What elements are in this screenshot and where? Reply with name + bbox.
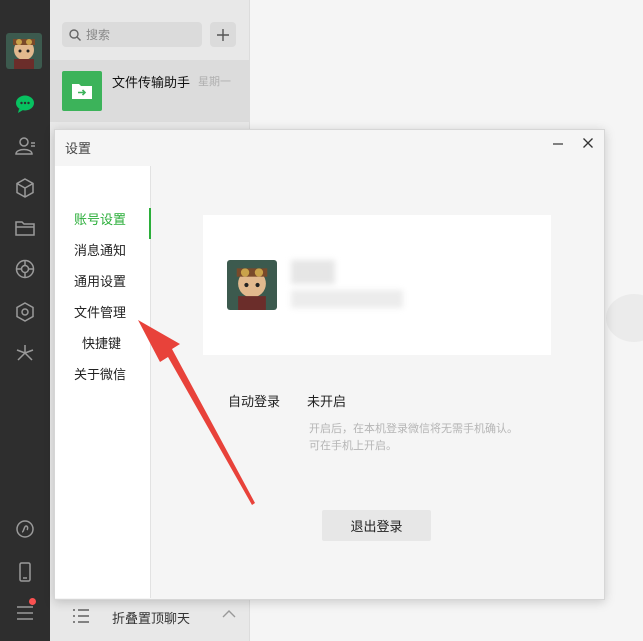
sidebar-item-label: 账号设置 xyxy=(74,213,127,228)
minimize-button[interactable] xyxy=(549,132,567,150)
close-button[interactable] xyxy=(579,134,597,152)
cube-icon[interactable] xyxy=(13,176,37,200)
sidebar-item-notifications[interactable]: 消息通知 xyxy=(55,239,150,265)
sidebar-item-shortcuts[interactable]: 快捷键 xyxy=(55,332,150,358)
sidebar-item-label: 通用设置 xyxy=(74,275,127,290)
minimize-icon xyxy=(553,143,563,145)
sparkle-icon[interactable] xyxy=(13,341,37,365)
sidebar-item-label: 关于微信 xyxy=(74,368,127,383)
mini-program-icon[interactable] xyxy=(13,300,37,324)
auto-login-label: 自动登录 xyxy=(228,395,281,410)
plus-icon xyxy=(217,28,229,41)
settings-dialog: 设置 账号设置 消息通知 通用设置 文件管理 快捷键 关于微信 自动登录 未开启… xyxy=(54,129,605,600)
auto-login-hint: 开启后，在本机登录微信将无需手机确认。 可在手机上开启。 xyxy=(309,420,518,454)
sidebar-item-general[interactable]: 通用设置 xyxy=(55,270,150,296)
left-navbar xyxy=(0,0,50,641)
add-button[interactable] xyxy=(210,22,236,47)
auto-login-hint-line: 可在手机上开启。 xyxy=(309,439,397,452)
chevron-up-icon[interactable] xyxy=(222,609,236,619)
fold-pinned-label: 折叠置顶聊天 xyxy=(112,612,191,627)
sidebar-item-file-management[interactable]: 文件管理 xyxy=(55,301,150,327)
chat-time: 星期一 xyxy=(198,75,231,88)
close-icon xyxy=(583,138,593,148)
sidebar-item-about[interactable]: 关于微信 xyxy=(55,363,150,389)
blurred-wechat-id xyxy=(291,290,403,308)
auto-login-hint-line: 开启后，在本机登录微信将无需手机确认。 xyxy=(309,422,518,435)
search-placeholder: 搜索 xyxy=(86,28,111,42)
dialog-title: 设置 xyxy=(65,142,92,157)
link-icon[interactable] xyxy=(13,517,37,541)
contacts-icon[interactable] xyxy=(13,134,37,158)
chat-item-file-helper[interactable]: 文件传输助手 星期一 xyxy=(50,60,249,122)
list-icon xyxy=(73,609,89,623)
sidebar-item-label: 快捷键 xyxy=(82,337,122,352)
phone-icon[interactable] xyxy=(13,560,37,584)
logout-button[interactable]: 退出登录 xyxy=(322,510,431,541)
auto-login-status: 未开启 xyxy=(307,395,347,410)
moments-icon[interactable] xyxy=(13,257,37,281)
sidebar-item-label: 消息通知 xyxy=(74,244,127,259)
blurred-nickname xyxy=(291,260,335,284)
settings-sidebar: 账号设置 消息通知 通用设置 文件管理 快捷键 关于微信 xyxy=(55,166,151,598)
chat-icon[interactable] xyxy=(13,92,37,116)
account-settings-content: 自动登录 未开启 开启后，在本机登录微信将无需手机确认。 可在手机上开启。 退出… xyxy=(151,166,604,598)
notification-badge xyxy=(29,598,36,605)
sidebar-item-account[interactable]: 账号设置 xyxy=(55,208,151,239)
folder-icon[interactable] xyxy=(13,216,37,240)
user-avatar[interactable] xyxy=(6,33,42,69)
search-icon xyxy=(69,28,81,41)
sidebar-item-label: 文件管理 xyxy=(74,306,127,321)
file-transfer-icon xyxy=(62,71,102,111)
profile-card xyxy=(203,215,551,355)
background-logo-icon xyxy=(606,294,643,342)
search-input[interactable]: 搜索 xyxy=(62,22,202,47)
profile-avatar xyxy=(227,260,277,310)
chat-name: 文件传输助手 xyxy=(112,76,191,91)
